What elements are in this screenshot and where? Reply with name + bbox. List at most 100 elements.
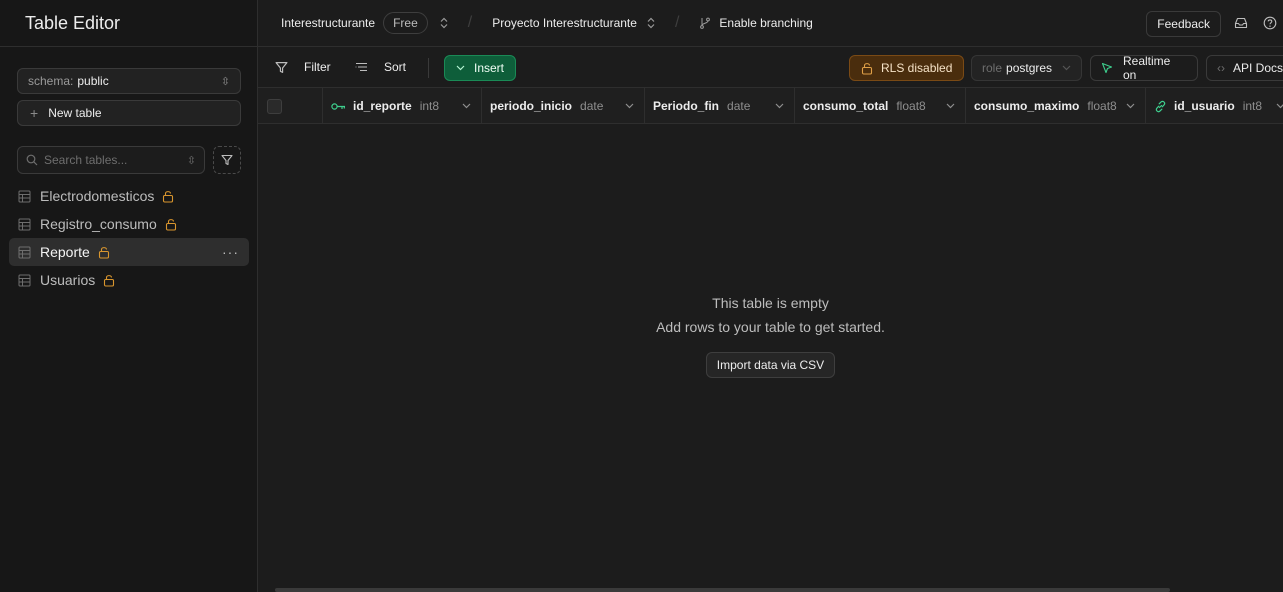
filter-label: Filter — [304, 60, 331, 74]
help-icon[interactable] — [1263, 16, 1277, 30]
column-name: id_usuario — [1174, 99, 1235, 113]
git-branch-icon — [699, 17, 711, 29]
more-options-icon[interactable]: ··· — [222, 244, 239, 260]
table-name: Usuarios — [40, 272, 96, 288]
table-icon — [18, 218, 31, 231]
column-type: float8 — [1087, 99, 1117, 113]
new-table-button[interactable]: + New table — [17, 100, 241, 126]
plan-badge: Free — [383, 12, 428, 34]
cursor-icon — [1101, 62, 1123, 74]
table-list: Electrodomesticos Registro_consumo Reporte… — [9, 182, 249, 294]
enable-branching-button[interactable]: Enable branching — [699, 16, 813, 30]
link-icon — [1154, 100, 1167, 113]
chevron-down-icon[interactable] — [462, 101, 471, 112]
column-type: int8 — [1242, 99, 1263, 113]
chevron-down-icon[interactable] — [1126, 101, 1135, 112]
rls-label: RLS disabled — [881, 61, 953, 75]
code-icon: ‹› — [1217, 61, 1225, 75]
empty-state: This table is empty Add rows to your tab… — [258, 295, 1283, 378]
column-name: Periodo_fin — [653, 99, 720, 113]
chevron-down-icon[interactable] — [1276, 101, 1283, 112]
empty-title: This table is empty — [712, 295, 829, 311]
org-breadcrumb[interactable]: Interestructurante Free — [281, 12, 448, 34]
table-name: Electrodomesticos — [40, 188, 155, 204]
project-breadcrumb[interactable]: Proyecto Interestructurante — [492, 16, 655, 30]
column-name: id_reporte — [353, 99, 412, 113]
realtime-button[interactable]: Realtime on — [1090, 54, 1198, 82]
chevron-updown-icon: ⇳ — [220, 75, 230, 88]
table-list-item[interactable]: Usuarios — [9, 266, 249, 294]
search-icon — [26, 154, 38, 166]
unlock-icon — [103, 274, 115, 287]
toolbar-divider — [428, 58, 429, 78]
funnel-icon — [275, 61, 296, 74]
unlock-icon — [861, 62, 881, 75]
chevron-down-icon[interactable] — [625, 101, 634, 112]
unlock-icon — [162, 190, 174, 203]
plus-icon: + — [30, 105, 39, 121]
unlock-icon — [98, 246, 110, 259]
realtime-label: Realtime on — [1123, 54, 1171, 82]
column-header[interactable]: id_reporte int8 — [323, 88, 482, 123]
column-name: consumo_total — [803, 99, 889, 113]
filter-button[interactable]: Filter — [275, 60, 331, 74]
column-header[interactable]: periodo_inicio date — [482, 88, 645, 123]
search-tables-input[interactable] — [44, 153, 174, 167]
key-icon — [331, 102, 346, 111]
new-table-label: New table — [48, 106, 102, 120]
api-docs-button[interactable]: ‹› API Docs — [1206, 55, 1283, 81]
table-toolbar: Filter Sort Insert RLS disabled role pos… — [258, 48, 1283, 88]
insert-button[interactable]: Insert — [444, 55, 517, 81]
chevron-down-icon — [456, 63, 465, 74]
chevron-down-icon[interactable] — [946, 101, 955, 112]
inbox-icon[interactable] — [1234, 16, 1248, 30]
import-csv-button[interactable]: Import data via CSV — [705, 352, 836, 378]
org-name: Interestructurante — [281, 16, 376, 30]
table-icon — [18, 246, 31, 259]
unlock-icon — [165, 218, 177, 231]
chevron-down-icon[interactable] — [775, 101, 784, 112]
breadcrumb-separator: / — [467, 14, 473, 31]
search-tables-field[interactable]: ⇳ — [17, 146, 205, 174]
column-type: date — [580, 99, 604, 113]
top-bar: Interestructurante Free / Proyecto Inter… — [258, 0, 1283, 47]
feedback-button[interactable]: Feedback — [1146, 11, 1221, 37]
chevron-updown-icon — [647, 17, 655, 29]
table-list-item[interactable]: Electrodomesticos — [9, 182, 249, 210]
filter-tables-button[interactable] — [213, 146, 241, 174]
chevron-down-icon — [1062, 63, 1071, 74]
sort-label: Sort — [384, 60, 407, 74]
insert-label: Insert — [474, 61, 505, 75]
sort-lines-icon — [355, 61, 376, 73]
column-type: int8 — [419, 99, 440, 113]
select-all-cell — [258, 88, 323, 123]
table-list-item[interactable]: Registro_consumo — [9, 210, 249, 238]
sidebar-title: Table Editor — [0, 0, 257, 47]
chevron-updown-icon — [440, 17, 448, 29]
column-header[interactable]: consumo_maximo float8 — [966, 88, 1146, 123]
horizontal-scrollbar[interactable] — [275, 588, 1170, 592]
column-type: date — [727, 99, 751, 113]
project-name: Proyecto Interestructurante — [492, 16, 637, 30]
column-header[interactable]: id_usuario int8 — [1146, 88, 1283, 123]
api-docs-label: API Docs — [1233, 61, 1283, 75]
role-select[interactable]: role postgres — [971, 55, 1082, 81]
sort-button[interactable]: Sort — [355, 60, 406, 74]
select-all-checkbox[interactable] — [267, 99, 282, 114]
breadcrumb-separator: / — [674, 14, 680, 31]
schema-value: public — [77, 74, 109, 88]
rls-disabled-button[interactable]: RLS disabled — [849, 55, 965, 81]
column-header[interactable]: Periodo_fin date — [645, 88, 795, 123]
column-type: float8 — [896, 99, 926, 113]
table-name: Reporte — [40, 244, 90, 260]
column-name: periodo_inicio — [490, 99, 573, 113]
schema-select[interactable]: schema: public ⇳ — [17, 68, 241, 94]
sidebar: Table Editor schema: public ⇳ + New tabl… — [0, 0, 258, 592]
table-name: Registro_consumo — [40, 216, 157, 232]
column-header[interactable]: consumo_total float8 — [795, 88, 966, 123]
column-name: consumo_maximo — [974, 99, 1080, 113]
table-icon — [18, 190, 31, 203]
funnel-icon — [221, 154, 233, 166]
sort-chevrons-icon[interactable]: ⇳ — [187, 154, 196, 167]
table-list-item[interactable]: Reporte ··· — [9, 238, 249, 266]
